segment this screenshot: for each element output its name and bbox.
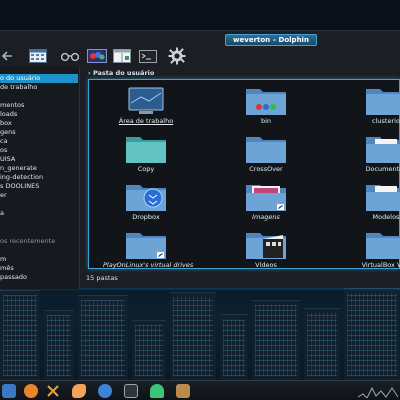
breadcrumb-label: Pasta do usuário <box>92 69 155 77</box>
sidebar-item-desktop[interactable]: de trabalho <box>0 83 78 92</box>
bin-folder-icon <box>246 89 286 115</box>
file-name: Copy <box>137 165 155 173</box>
sidebar-item-home[interactable]: o do usuário <box>0 74 78 83</box>
dolphin-window: weverton – Dolphin o do usuário de traba… <box>0 30 400 289</box>
kde-connect-icon[interactable] <box>98 384 112 398</box>
documents-folder-icon <box>366 137 400 163</box>
desktop-folder-icon <box>128 87 164 114</box>
city-skyline <box>0 285 400 380</box>
sidebar-item-last-month[interactable]: passado <box>0 273 78 282</box>
file-view[interactable]: Área de trabalho bin clusterio Copy Cros… <box>88 79 400 269</box>
places-sidebar: o do usuário de trabalho mentos loads bo… <box>0 67 80 289</box>
file-item[interactable]: Modelos <box>343 178 400 224</box>
compact-view-icon[interactable] <box>60 48 80 64</box>
file-name: Dropbox <box>132 213 160 221</box>
file-item[interactable]: Vídeos <box>223 226 303 272</box>
folder-icon <box>366 233 400 259</box>
file-name: Imagens <box>252 213 280 221</box>
firefox-icon[interactable] <box>24 384 38 398</box>
file-name: Modelos <box>372 213 400 221</box>
file-name: Vídeos <box>255 261 277 269</box>
sidebar-item-research[interactable]: UISA <box>0 155 78 164</box>
file-name: CrossOver <box>249 165 283 173</box>
sidebar-item-documents[interactable]: mentos <box>0 101 78 110</box>
sidebar-item-doolines[interactable]: s DOOLINES <box>0 182 78 191</box>
copy-folder-icon <box>126 137 166 163</box>
icons-view-icon[interactable] <box>28 48 48 64</box>
sidebar-item-videos[interactable]: os <box>0 146 78 155</box>
sidebar-item-downloads[interactable]: loads <box>0 110 78 119</box>
file-item[interactable]: Área de trabalho <box>103 82 183 128</box>
breadcrumb[interactable]: › Pasta do usuário <box>88 68 154 78</box>
sidebar-item-music[interactable]: ca <box>0 137 78 146</box>
folder-icon <box>366 89 400 115</box>
folder-icon <box>246 137 286 163</box>
file-name: Área de trabalho <box>118 117 174 125</box>
split-view-icon[interactable] <box>112 48 132 64</box>
sidebar-item-detection[interactable]: ing-detection <box>0 173 78 182</box>
templates-folder-icon <box>366 185 400 211</box>
tools-icon[interactable] <box>46 384 60 398</box>
file-name: clusterio <box>372 117 400 125</box>
sidebar-item-network[interactable]: a <box>0 209 78 218</box>
sidebar-item-pictures[interactable]: gens <box>0 128 78 137</box>
back-icon[interactable] <box>0 48 14 64</box>
file-item[interactable]: CrossOver <box>223 130 303 176</box>
file-item[interactable]: Copy <box>103 130 183 176</box>
system-monitor-icon[interactable] <box>358 384 398 398</box>
link-folder-icon <box>126 233 166 259</box>
file-name: PlayOnLinux's virtual drives <box>103 261 194 269</box>
file-item[interactable]: Documentos <box>343 130 400 176</box>
sidebar-section-recent: os recentemente <box>0 237 56 245</box>
file-item[interactable]: Imagens <box>223 178 303 224</box>
file-item[interactable]: Dropbox <box>103 178 183 224</box>
file-name: bin <box>260 117 272 125</box>
kde-menu-icon[interactable] <box>2 384 16 398</box>
sidebar-item-trash[interactable]: er <box>0 191 78 200</box>
toolbar <box>0 45 400 67</box>
terminal-icon[interactable] <box>138 48 158 64</box>
taskbar <box>0 380 400 400</box>
file-item[interactable]: VirtualBox VMs <box>343 226 400 272</box>
settings-icon[interactable] <box>166 47 188 65</box>
file-name: Documentos <box>365 165 400 173</box>
fish-icon[interactable] <box>72 384 86 398</box>
file-item[interactable]: PlayOnLinux's virtual drives <box>103 226 193 272</box>
pacman-ghost-icon[interactable] <box>150 384 164 398</box>
sidebar-item-generate[interactable]: n_generate <box>0 164 78 173</box>
dropbox-folder-icon <box>126 185 166 211</box>
status-bar: 15 pastas <box>86 274 118 282</box>
preview-icon[interactable] <box>86 48 108 64</box>
package-icon[interactable] <box>176 384 190 398</box>
videos-folder-icon <box>246 233 286 259</box>
file-item[interactable]: clusterio <box>343 82 400 128</box>
file-name: VirtualBox VMs <box>361 261 400 269</box>
pictures-link-icon <box>246 185 286 211</box>
file-item[interactable]: bin <box>223 82 303 128</box>
sidebar-item-today[interactable]: m <box>0 255 78 264</box>
sidebar-item-dropbox[interactable]: box <box>0 119 78 128</box>
sidebar-item-this-month[interactable]: mês <box>0 264 78 273</box>
terminal-icon[interactable] <box>124 384 138 398</box>
